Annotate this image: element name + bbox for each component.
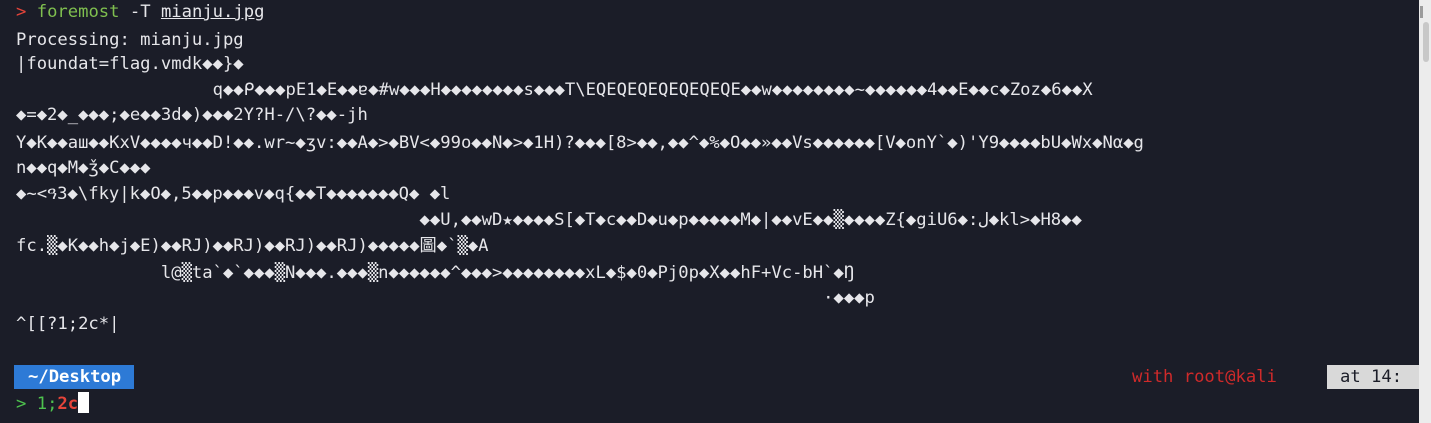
scrollbar-thumb[interactable]: [1423, 22, 1429, 62]
output-line: l@▒ta`◆`◆◆◆▒N◆◆◆.◆◆◆▒n◆◆◆◆◆◆^◆◆◆>◆◆◆◆◆◆◆…: [16, 263, 855, 283]
output-line: ◆◆U,◆◆wD★◆◆◆◆S[◆T◆c◆◆D◆u◆p◆◆◆◆◆M◆|◆◆vE◆◆…: [16, 210, 1082, 230]
typed-text: 1;: [36, 394, 58, 414]
command-line: > foremost -T mianju.jpg: [16, 0, 264, 24]
output-line: q◆◆ᑭ◆◆◆pE1◆E◆◆ɐ◆#w◆◆◆H◆◆◆◆◆◆◆◆s◆◆◆T\EQEQ…: [16, 80, 1093, 100]
output-line: ^[[?1;2c*|: [16, 314, 120, 334]
current-directory-badge: ~/Desktop: [14, 365, 135, 389]
vertical-scrollbar[interactable]: [1419, 0, 1431, 423]
output-line: ·◆◆◆p: [16, 288, 875, 308]
input-line[interactable]: > 1;2c: [16, 392, 90, 416]
text-cursor: [78, 392, 90, 413]
time-badge: at 14:: [1327, 365, 1419, 389]
scroll-marker: [1420, 6, 1423, 18]
prompt-arrow: >: [16, 2, 27, 22]
typed-text-error: 2c: [57, 394, 79, 414]
output-line: |foundat=flag.vmdk◆◆}◆: [16, 54, 244, 74]
output-line: ◆=◆2◆_◆◆◆;◆e◆◆3d◆)◆◆◆2Y?H-/\?◆◆-jh: [16, 105, 368, 125]
command-name: foremost: [36, 2, 120, 22]
user-host-indicator: with root@kali: [1132, 367, 1277, 387]
output-line: n◆◆q◆M◆ǯ◆C◆◆◆: [16, 158, 151, 178]
output-line: Processing: mianju.jpg: [16, 30, 244, 50]
output-line: ◆~<ዓ3◆\fky|k◆O◆,5◆◆p◆◆◆v◆q{◆◆T◆◆◆◆◆◆◆Q◆ …: [16, 184, 451, 204]
terminal-window[interactable]: > foremost -T mianju.jpg Processing: mia…: [0, 0, 1419, 423]
command-flag: -T: [129, 2, 151, 22]
command-file-arg: mianju.jpg: [160, 2, 265, 22]
output-line: Y◆K◆◆aш◆◆KxV◆◆◆◆ч◆◆D!◆◆.wr~◆ʒv:◆◆A◆>◆BV<…: [16, 133, 1144, 153]
input-prompt-arrow: >: [16, 394, 27, 414]
output-line: fc.▒◆K◆◆h◆j◆E)◆◆RJ)◆◆RJ)◆◆RJ)◆◆RJ)◆◆◆◆◆圖…: [16, 236, 489, 256]
